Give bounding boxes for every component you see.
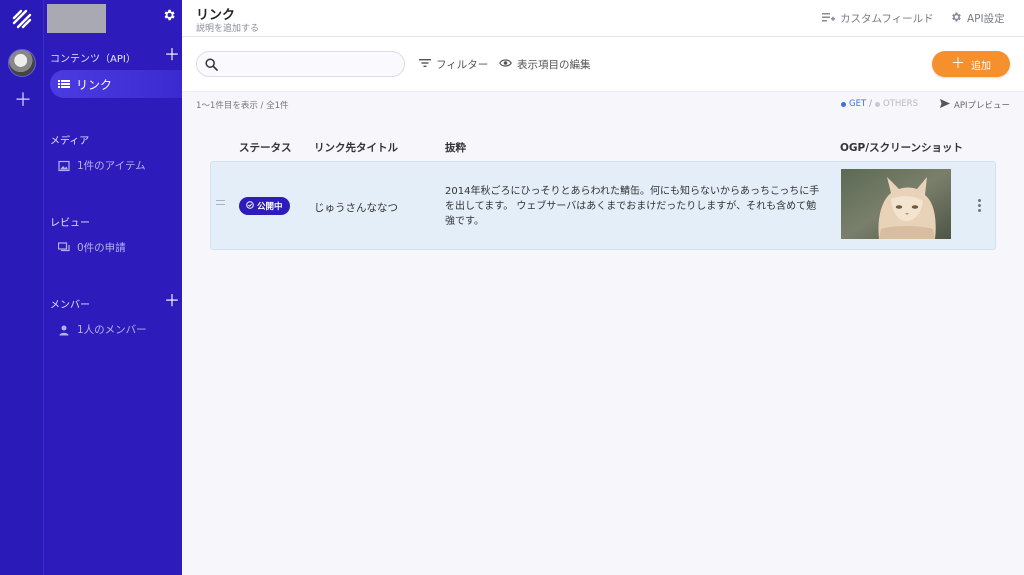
contents-section-label: コンテンツ（API）: [50, 54, 136, 65]
custom-fields-label: カスタムフィールド: [840, 13, 934, 25]
eye-icon: [499, 58, 512, 71]
microcms-logo-icon[interactable]: [11, 8, 33, 30]
send-icon: [940, 99, 950, 111]
search-box[interactable]: [196, 51, 405, 77]
column-header-status[interactable]: ステータス: [239, 140, 292, 155]
edit-columns-label: 表示項目の編集: [517, 59, 591, 71]
custom-fields-button[interactable]: カスタムフィールド: [822, 11, 934, 26]
api-preview-button[interactable]: APIプレビュー: [940, 99, 1010, 111]
row-title: じゅうさんななつ: [314, 202, 398, 214]
status-label: 公開中: [257, 202, 283, 212]
add-member-plus-icon[interactable]: ＋: [164, 293, 180, 309]
sidebar-item-label: リンク: [76, 77, 113, 92]
plus-icon: ＋: [951, 56, 965, 72]
media-section-label: メディア: [50, 136, 90, 147]
sidebar-item-label: 1件のアイテム: [77, 160, 146, 172]
gear-icon: [950, 11, 962, 26]
ogp-thumbnail: [841, 169, 951, 239]
api-preview-label: APIプレビュー: [954, 101, 1010, 111]
status-badge: 公開中: [239, 197, 290, 215]
page-description[interactable]: 説明を追加する: [196, 21, 259, 34]
column-header-ogp[interactable]: OGP/スクリーンショット: [840, 140, 963, 155]
app-rail: ＋: [0, 0, 44, 575]
row-excerpt: 2014年秋ごろにひっそりとあらわれた鯖缶。何にも知らないからあっちこっちに手を…: [445, 186, 820, 227]
column-header-title[interactable]: リンク先タイトル: [314, 140, 398, 155]
sidebar: コンテンツ（API） ＋ リンク メディア 1件のアイテム レビュー 0件の申請…: [44, 0, 182, 575]
get-dot-icon: [841, 101, 846, 107]
add-label: 追加: [971, 60, 991, 72]
filter-label: フィルター: [436, 59, 489, 71]
toolbar: フィルター 表示項目の編集 ＋ 追加: [182, 37, 1024, 92]
service-thumbnail[interactable]: [47, 4, 106, 33]
get-option[interactable]: GET: [849, 99, 866, 109]
sidebar-item-label: 1人のメンバー: [77, 324, 147, 336]
api-settings-label: API設定: [967, 13, 1005, 25]
api-settings-button[interactable]: API設定: [950, 11, 1005, 26]
others-option[interactable]: OTHERS: [883, 99, 918, 109]
custom-field-icon: [822, 12, 835, 26]
search-icon: [205, 58, 218, 74]
sidebar-item-review[interactable]: 0件の申請: [57, 240, 126, 255]
sidebar-item-label: 0件の申請: [77, 242, 126, 254]
published-icon: [246, 200, 254, 212]
image-icon: [58, 160, 70, 172]
result-count: 1〜1件目を表示 / 全1件: [196, 101, 289, 111]
service-avatar[interactable]: [8, 49, 36, 77]
sidebar-item-link[interactable]: リンク: [50, 70, 182, 98]
edit-columns-button[interactable]: 表示項目の編集: [499, 57, 591, 72]
member-icon: [58, 324, 70, 336]
members-section-label: メンバー: [50, 300, 90, 311]
review-section-label: レビュー: [50, 218, 90, 229]
add-button[interactable]: ＋ 追加: [932, 51, 1010, 77]
table-row[interactable]: 公開中 じゅうさんななつ 2014年秋ごろにひっそりとあらわれた鯖缶。何にも知ら…: [210, 161, 996, 250]
api-method-switch[interactable]: GET / OTHERS: [841, 99, 918, 109]
gear-icon[interactable]: [162, 8, 178, 24]
others-dot-icon: [875, 101, 881, 107]
method-separator: /: [869, 99, 873, 109]
drag-handle-icon[interactable]: [216, 200, 225, 208]
sidebar-item-media[interactable]: 1件のアイテム: [58, 158, 146, 173]
add-content-plus-icon[interactable]: ＋: [164, 47, 180, 63]
filter-icon: [419, 58, 431, 71]
search-input[interactable]: [223, 55, 398, 73]
kebab-icon[interactable]: [978, 199, 982, 214]
review-icon: [57, 241, 70, 254]
sidebar-item-members[interactable]: 1人のメンバー: [58, 322, 147, 337]
filter-button[interactable]: フィルター: [419, 57, 488, 72]
column-header-excerpt[interactable]: 抜粋: [445, 140, 466, 155]
page-header: リンク 説明を追加する カスタムフィールド API設定: [182, 0, 1024, 37]
list-icon: [58, 78, 70, 90]
add-service-plus-icon[interactable]: ＋: [14, 92, 32, 110]
